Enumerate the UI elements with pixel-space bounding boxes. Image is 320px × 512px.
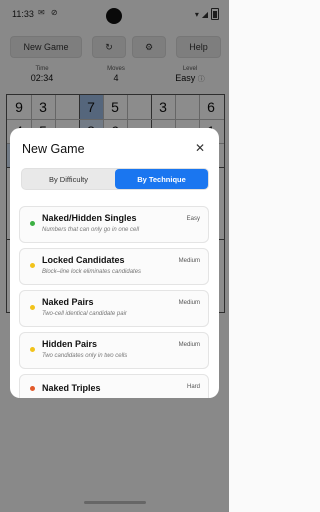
technique-title: Naked/Hidden Singles (42, 213, 137, 223)
tab-by-technique[interactable]: By Technique (115, 169, 208, 189)
technique-item[interactable]: Locked Candidates Block–line lock elimin… (19, 248, 209, 285)
close-button[interactable]: ✕ (193, 141, 207, 155)
close-icon: ✕ (194, 141, 206, 155)
technique-title: Locked Candidates (42, 255, 125, 265)
difficulty-dot (30, 221, 35, 226)
technique-level: Easy (186, 216, 200, 222)
technique-level: Medium (178, 300, 200, 306)
technique-level: Medium (178, 342, 200, 348)
difficulty-dot (30, 263, 35, 268)
difficulty-dot (30, 386, 35, 391)
technique-level: Medium (178, 258, 200, 264)
technique-desc: Two-cell identical candidate pair (42, 311, 127, 317)
gesture-bar[interactable] (84, 501, 146, 504)
dialog-title: New Game (22, 142, 85, 156)
new-game-dialog: New Game ✕ By Difficulty By Technique Na… (10, 128, 219, 398)
technique-item[interactable]: Naked Pairs Two-cell identical candidate… (19, 290, 209, 327)
technique-desc: Numbers that can only go in one cell (42, 227, 140, 233)
mode-selector: By Difficulty By Technique (21, 168, 209, 190)
technique-level: Hard (186, 384, 200, 390)
technique-item[interactable]: Naked Triples Hard (19, 374, 209, 398)
technique-title: Naked Pairs (42, 297, 94, 307)
technique-title: Hidden Pairs (42, 339, 98, 349)
tab-by-difficulty[interactable]: By Difficulty (22, 169, 115, 189)
difficulty-dot (30, 305, 35, 310)
technique-item[interactable]: Hidden Pairs Two candidates only in two … (19, 332, 209, 369)
technique-list: Naked/Hidden Singles Numbers that can on… (19, 206, 209, 398)
technique-desc: Block–line lock eliminates candidates (42, 269, 142, 275)
technique-title: Naked Triples (42, 383, 101, 393)
difficulty-dot (30, 347, 35, 352)
technique-item[interactable]: Naked/Hidden Singles Numbers that can on… (19, 206, 209, 243)
technique-desc: Two candidates only in two cells (42, 353, 128, 359)
